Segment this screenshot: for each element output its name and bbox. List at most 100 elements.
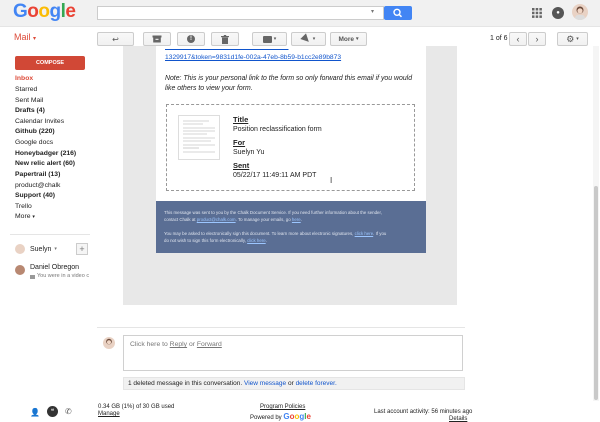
settings-button[interactable]: ⚙ ▾ — [557, 32, 588, 46]
card-sent-label: Sent — [233, 161, 250, 170]
form-link-fragment[interactable]: _____________________________________ — [165, 46, 385, 51]
sidebar-item-github[interactable]: Github (220) — [15, 128, 55, 135]
card-for-value: Suelyn Yu — [233, 149, 265, 156]
powered-by-google-logo: Google — [283, 412, 311, 421]
video-icon — [30, 275, 35, 279]
trash-icon — [221, 34, 229, 44]
footer-p2b: . If you — [373, 231, 387, 236]
footer-click-here-link-1[interactable]: click here — [355, 231, 374, 236]
email-note: Note: This is your personal link to the … — [165, 75, 413, 92]
sidebar-item-starred[interactable]: Starred — [15, 86, 37, 93]
sidebar-item-more[interactable]: More ▾ — [15, 213, 35, 220]
form-link[interactable]: 1329917&token=9831d1fe-002a-47eb-8b59-b1… — [165, 54, 341, 61]
sidebar-item-calendar-invites[interactable]: Calendar Invites — [15, 118, 64, 125]
delete-forever-link[interactable]: delete forever. — [296, 380, 337, 387]
reply-or: or — [188, 341, 195, 348]
text-cursor-icon: I — [330, 176, 333, 185]
card-sent-value: 05/22/17 11:49:11 AM PDT — [233, 172, 317, 179]
sidebar-item-google-docs[interactable]: Google docs — [15, 139, 53, 146]
footer-p1a: This message was sent to you by the Chal… — [164, 210, 382, 215]
sidebar-item-papertrail[interactable]: Papertrail (13) — [15, 171, 60, 178]
google-logo[interactable]: Google — [13, 1, 76, 23]
gear-icon: ⚙ — [566, 33, 575, 44]
sidebar-item-drafts[interactable]: Drafts (4) — [15, 107, 45, 114]
sidebar-item-product-chalk[interactable]: product@chalk — [15, 182, 60, 189]
apps-grid-icon[interactable] — [532, 8, 542, 18]
conversation-divider — [97, 327, 465, 328]
footer-click-here-link-2[interactable]: click here — [247, 238, 266, 243]
hangouts-user-name: Suelyn — [30, 245, 52, 253]
card-for-label: For — [233, 138, 246, 147]
more-label: More — [338, 35, 354, 43]
search-button[interactable] — [384, 6, 412, 20]
details-link[interactable]: Details — [449, 416, 467, 422]
deleted-or: or — [287, 380, 294, 387]
contact-status: You were in a video c — [37, 273, 90, 279]
spam-icon: ! — [187, 35, 195, 43]
sidebar-item-new-relic[interactable]: New relic alert (60) — [15, 160, 75, 167]
sidebar-item-trello[interactable]: Trello — [15, 203, 32, 210]
footer-here-link[interactable]: here — [292, 217, 301, 222]
contact-item[interactable]: Daniel Obregon You were in a video c — [15, 264, 95, 282]
search-icon — [393, 8, 403, 18]
avatar[interactable] — [572, 4, 588, 20]
document-preview-icon — [183, 120, 215, 153]
deleted-message-bar: 1 deleted message in this conversation. … — [123, 377, 465, 390]
sidebar-item-inbox[interactable]: Inbox — [15, 75, 33, 82]
compose-button[interactable]: COMPOSE — [15, 56, 85, 70]
footer-p2a: You may be asked to electronically sign … — [164, 231, 354, 236]
more-sidebar-label: More — [15, 213, 31, 220]
sidebar-item-honeybadger[interactable]: Honeybadger (216) — [15, 150, 76, 157]
footer-p1b: contact Chalk at — [164, 217, 196, 222]
hangouts-avatar — [15, 244, 25, 254]
view-message-link[interactable]: View message — [244, 380, 286, 387]
powered-by-label: Powered by — [250, 415, 282, 421]
footer-p2c: do not wish to sign this form electronic… — [164, 238, 246, 243]
card-title-value: Position reclassification form — [233, 126, 322, 133]
newer-button[interactable]: ‹ — [509, 32, 527, 46]
sidebar-item-sent[interactable]: Sent Mail — [15, 97, 43, 104]
person-icon[interactable]: 👤 — [30, 408, 40, 417]
program-policies-link[interactable]: Program Policies — [260, 404, 305, 410]
label-tag-icon — [300, 33, 312, 45]
delete-button[interactable] — [211, 32, 239, 46]
contact-avatar — [15, 265, 25, 275]
manage-link[interactable]: Manage — [98, 411, 120, 417]
folder-icon — [262, 35, 272, 43]
reply-link[interactable]: Reply — [170, 341, 187, 348]
deleted-text: 1 deleted message in this conversation. — [128, 380, 243, 387]
footer-p1c: . To manage your emails, go — [235, 217, 291, 222]
form-thumbnail[interactable] — [178, 115, 220, 160]
search-input[interactable] — [97, 6, 384, 20]
hangouts-user[interactable]: Suelyn ▾ — [15, 244, 57, 254]
back-button[interactable]: ↩ — [97, 32, 134, 46]
archive-button[interactable] — [143, 32, 171, 46]
card-title-label: Title — [233, 115, 249, 124]
back-arrow-icon: ↩ — [112, 34, 119, 44]
older-button[interactable]: › — [528, 32, 546, 46]
mail-menu[interactable]: Mail ▾ — [14, 32, 36, 42]
new-hangout-button[interactable]: + — [76, 243, 88, 255]
more-button[interactable]: More ▾ — [330, 32, 367, 46]
reply-avatar — [103, 337, 115, 349]
reply-prompt: Click here to — [130, 341, 168, 348]
labels-button[interactable]: ▾ — [291, 32, 326, 46]
notifications-icon[interactable]: ● — [552, 7, 564, 19]
report-spam-button[interactable]: ! — [177, 32, 205, 46]
hangouts-icon[interactable]: ❝ — [47, 406, 58, 417]
reply-box[interactable]: Click here to Reply or Forward — [123, 335, 463, 371]
chevron-down-icon: ▾ — [54, 246, 57, 252]
mail-label: Mail — [14, 32, 31, 42]
chevron-right-icon: › — [535, 34, 539, 44]
sidebar-item-support[interactable]: Support (40) — [15, 192, 55, 199]
search-options-icon[interactable]: ▾ — [371, 8, 374, 15]
contact-name: Daniel Obregon — [30, 264, 80, 271]
phone-icon[interactable]: ✆ — [65, 407, 72, 416]
email-footer-text-2: You may be asked to electronically sign … — [164, 231, 387, 243]
scrollbar-thumb[interactable] — [594, 186, 598, 400]
move-to-button[interactable]: ▾ — [252, 32, 287, 46]
footer-email-link[interactable]: product@chalk.com — [197, 217, 236, 222]
archive-icon — [152, 35, 162, 43]
forward-link[interactable]: Forward — [197, 341, 222, 348]
storage-usage: 0.34 GB (1%) of 30 GB used — [98, 404, 175, 410]
